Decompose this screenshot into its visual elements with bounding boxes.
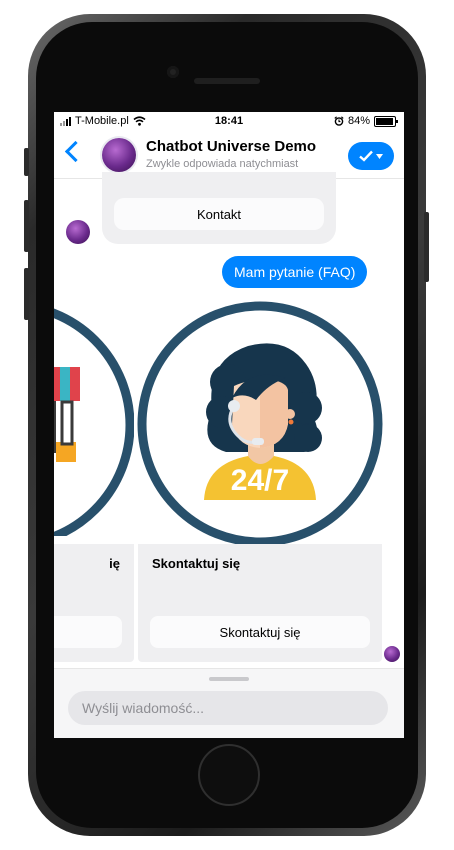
front-camera: [167, 66, 179, 78]
battery-icon: [374, 115, 398, 127]
availability-badge: 24/7: [231, 464, 289, 497]
bot-avatar[interactable]: [102, 138, 136, 172]
chat-title[interactable]: Chatbot Universe Demo: [146, 138, 316, 155]
carousel-card-contact: Skontaktuj się Skontaktuj się: [138, 544, 382, 662]
bot-avatar-small: [66, 220, 90, 244]
messenger-screen: T-Mobile.pl 18:41 84% Chatbot Universe D…: [54, 112, 404, 738]
home-button[interactable]: [198, 744, 260, 806]
dropdown-arrow-icon: [376, 153, 383, 159]
check-icon: [359, 150, 373, 162]
earpiece-speaker: [194, 78, 260, 84]
volume-up-button: [24, 200, 29, 252]
volume-down-button: [24, 268, 29, 320]
power-button: [424, 212, 429, 282]
chat-subtitle: Zwykle odpowiada natychmiast: [146, 158, 299, 170]
status-right: 84%: [334, 115, 398, 127]
carousel-image-support: 24/7: [137, 301, 383, 547]
contact-us-button[interactable]: Skontaktuj się: [150, 616, 370, 648]
battery-percent: 84%: [347, 115, 370, 127]
drawer-handle[interactable]: [209, 677, 249, 681]
bot-message-card: Kontakt: [102, 172, 336, 244]
carousel-card-left: ię: [54, 544, 134, 662]
status-bar: T-Mobile.pl 18:41 84%: [54, 112, 404, 132]
mute-switch: [24, 148, 29, 176]
alarm-icon: [334, 116, 344, 126]
back-icon[interactable]: [64, 140, 87, 163]
carousel-card-left-title: ię: [109, 556, 120, 571]
seen-indicator-avatar: [384, 646, 400, 662]
carousel-card-title: Skontaktuj się: [152, 556, 241, 571]
kontakt-button[interactable]: Kontakt: [114, 198, 324, 230]
composer: [54, 668, 404, 738]
battery-level: [376, 117, 393, 125]
carousel-image-store: [54, 308, 134, 536]
header-menu-button[interactable]: [348, 142, 394, 170]
user-message-bubble: Mam pytanie (FAQ): [222, 256, 368, 288]
message-input[interactable]: [68, 691, 388, 725]
carousel-card-left-button[interactable]: [54, 616, 122, 648]
